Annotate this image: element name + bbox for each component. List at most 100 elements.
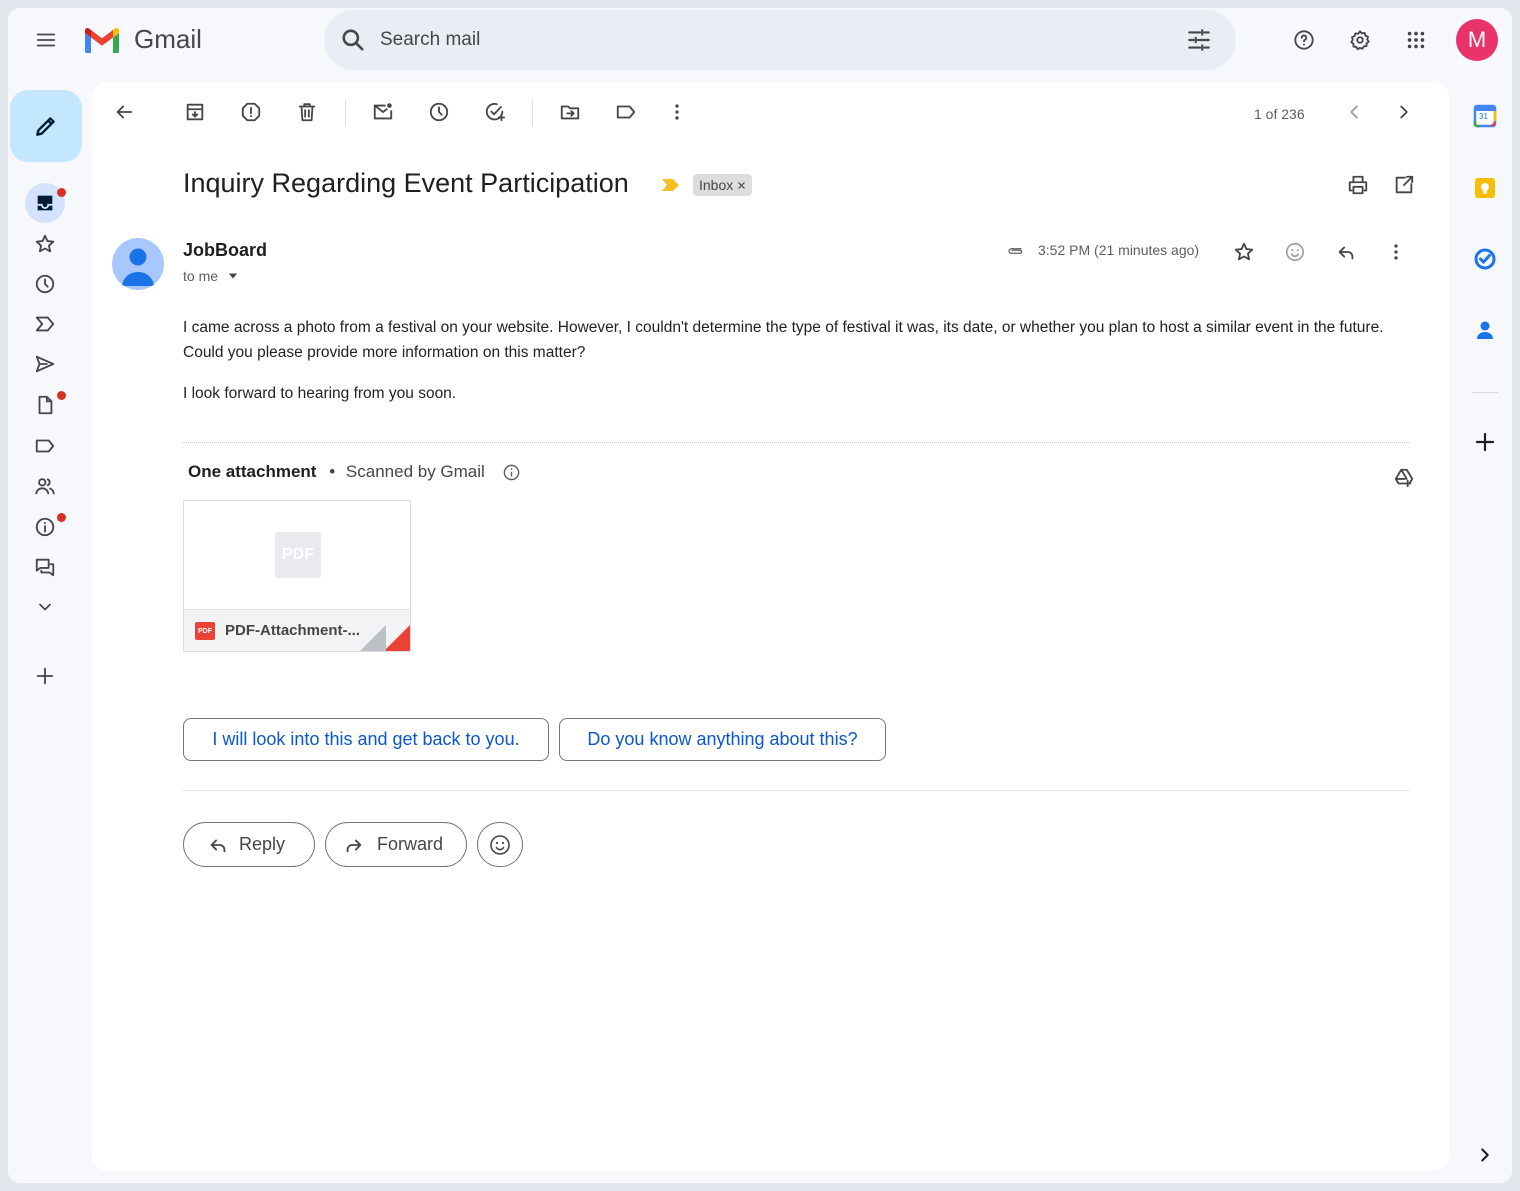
sidebar-item-starred[interactable] <box>25 228 65 260</box>
sender-avatar[interactable] <box>112 238 164 290</box>
add-reaction-emoji-icon[interactable] <box>1275 232 1315 272</box>
info-icon <box>35 517 55 537</box>
more-options-icon[interactable] <box>657 92 697 132</box>
move-to-folder-icon[interactable] <box>550 92 590 132</box>
snooze-clock-icon[interactable] <box>419 92 459 132</box>
search-options-icon[interactable] <box>1186 27 1212 53</box>
gmail-window: Gmail Search mail M 31 1 of 236 Inquiry … <box>0 0 1520 1191</box>
importance-marker-icon[interactable] <box>661 177 681 193</box>
delete-trash-icon[interactable] <box>287 92 327 132</box>
pdf-thumbnail-icon: PDF <box>275 532 321 578</box>
reply-icon <box>210 839 226 852</box>
attachments-header: One attachment • Scanned by Gmail <box>188 462 485 482</box>
attachment-count: One attachment <box>188 462 317 481</box>
gmail-logo-icon[interactable] <box>82 25 122 55</box>
report-spam-icon[interactable] <box>231 92 271 132</box>
sender-name[interactable]: JobBoard <box>183 240 267 261</box>
show-side-panel-chevron-icon[interactable] <box>1474 1144 1496 1166</box>
forum-icon <box>35 558 55 577</box>
archive-icon[interactable] <box>175 92 215 132</box>
add-to-drive-icon[interactable] <box>1384 458 1424 498</box>
attachment-paperclip-icon <box>1004 242 1026 260</box>
app-name[interactable]: Gmail <box>134 24 202 55</box>
print-icon[interactable] <box>1338 165 1378 205</box>
people-icon <box>35 478 55 495</box>
keep-app-icon[interactable] <box>1473 176 1497 200</box>
email-body-paragraph: I came across a photo from a festival on… <box>183 319 1384 361</box>
side-panel-divider <box>1472 392 1498 393</box>
drafts-unread-dot <box>57 391 66 400</box>
sidebar-item-sent[interactable] <box>25 348 65 380</box>
recipient-text: to me <box>183 268 219 284</box>
message-more-options-icon[interactable] <box>1376 232 1416 272</box>
create-label-button[interactable] <box>25 660 65 692</box>
forward-button[interactable]: Forward <box>325 822 467 867</box>
tasks-app-icon[interactable] <box>1473 247 1497 271</box>
toolbar-divider-2 <box>532 100 533 126</box>
get-addons-plus-icon[interactable] <box>1473 430 1497 454</box>
chevron-down-icon <box>39 603 51 611</box>
emoji-reaction-button[interactable] <box>477 822 523 867</box>
pdf-thumbnail-label: PDF <box>282 546 314 563</box>
label-icon <box>35 439 55 453</box>
clock-icon <box>35 274 55 294</box>
label-as-icon[interactable] <box>606 92 646 132</box>
sidebar-item-social[interactable] <box>25 470 65 502</box>
updates-unread-dot <box>57 513 66 522</box>
caret-down-icon[interactable] <box>228 271 238 281</box>
scan-info-icon[interactable] <box>502 463 521 482</box>
search-input[interactable]: Search mail <box>380 29 480 51</box>
reply-section-divider <box>183 790 1409 791</box>
smiley-icon <box>490 834 510 855</box>
remove-label-close-icon[interactable] <box>737 181 746 190</box>
calendar-app-icon[interactable]: 31 <box>1473 104 1497 128</box>
pagination-count: 1 of 236 <box>1254 106 1305 122</box>
recipient-details[interactable]: to me <box>183 268 238 284</box>
star-toggle-icon[interactable] <box>1224 232 1264 272</box>
google-apps-icon[interactable] <box>1396 20 1436 60</box>
sent-timestamp: 3:52 PM (21 minutes ago) <box>1038 242 1200 258</box>
add-to-tasks-icon[interactable] <box>475 92 515 132</box>
pdf-file-icon: PDF <box>195 622 215 640</box>
attachments-divider <box>183 442 1409 443</box>
scan-status: Scanned by Gmail <box>345 462 485 481</box>
forward-label: Forward <box>377 834 444 854</box>
calendar-day-number: 31 <box>1479 112 1488 121</box>
open-in-new-window-icon[interactable] <box>1384 165 1424 205</box>
separator-dot: • <box>329 462 336 481</box>
sidebar-item-more[interactable] <box>25 591 65 623</box>
mark-unread-icon[interactable] <box>363 92 403 132</box>
compose-button[interactable] <box>10 90 82 162</box>
search-bar[interactable]: Search mail <box>324 10 1236 70</box>
back-arrow-icon[interactable] <box>104 92 144 132</box>
older-chevron-right-icon[interactable] <box>1384 92 1424 132</box>
inbox-unread-dot <box>57 188 66 197</box>
help-icon[interactable] <box>1284 20 1324 60</box>
sidebar-item-labels[interactable] <box>25 430 65 462</box>
sidebar-item-forums[interactable] <box>25 551 65 583</box>
email-body-paragraph: I look forward to hearing from you soon. <box>183 385 457 402</box>
label-chip-text: Inbox <box>699 177 734 193</box>
reply-arrow-icon[interactable] <box>1326 232 1366 272</box>
sidebar-item-snoozed[interactable] <box>25 268 65 300</box>
reply-button[interactable]: Reply <box>183 822 315 867</box>
message-view-panel: 1 of 236 Inquiry Regarding Event Partici… <box>92 82 1449 1171</box>
inbox-label-chip[interactable]: Inbox <box>693 174 753 196</box>
contacts-app-icon[interactable] <box>1473 318 1497 342</box>
plus-icon <box>36 667 54 685</box>
settings-gear-icon[interactable] <box>1340 20 1380 60</box>
search-icon[interactable] <box>340 27 366 53</box>
star-icon <box>35 234 55 253</box>
account-avatar[interactable]: M <box>1456 19 1498 61</box>
attachment-card[interactable]: PDF PDF PDF-Attachment-... <box>183 500 411 652</box>
main-menu-icon[interactable] <box>26 20 66 60</box>
sidebar-item-important[interactable] <box>25 308 65 340</box>
inbox-icon <box>37 195 53 211</box>
pdf-badge-label: PDF <box>198 627 212 635</box>
smart-reply-button[interactable]: Do you know anything about this? <box>559 718 886 761</box>
smart-reply-button[interactable]: I will look into this and get back to yo… <box>183 718 549 761</box>
send-icon <box>35 355 55 373</box>
pencil-icon <box>36 117 55 136</box>
newer-chevron-left-icon[interactable] <box>1334 92 1374 132</box>
attachment-filename: PDF-Attachment-... <box>225 622 360 639</box>
